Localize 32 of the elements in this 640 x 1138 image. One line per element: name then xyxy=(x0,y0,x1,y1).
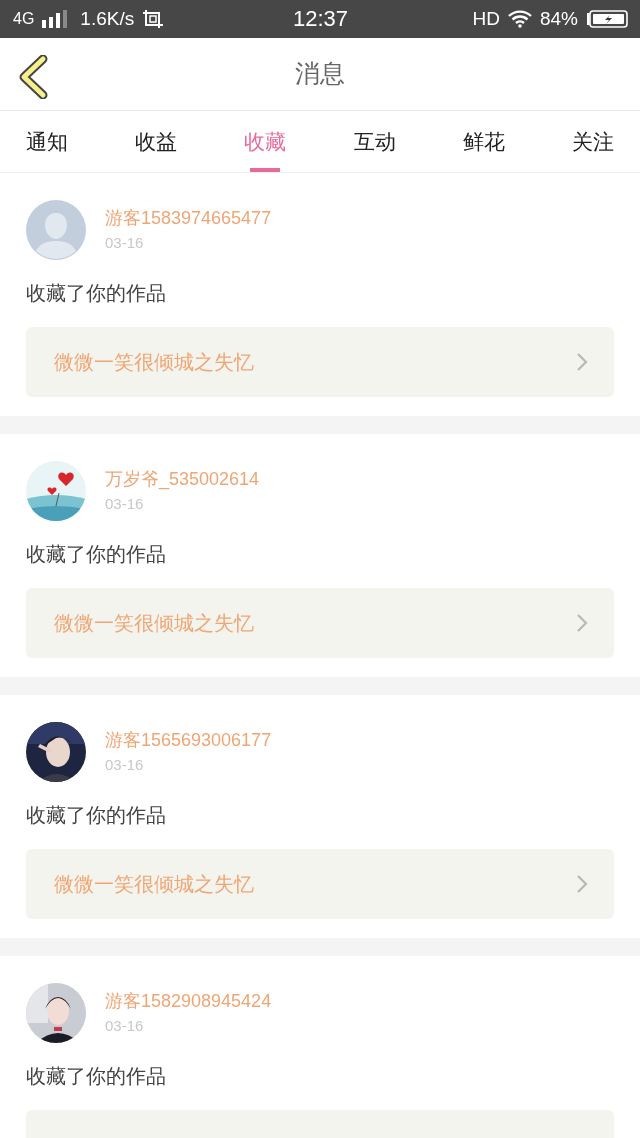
network-type: 4G xyxy=(13,9,35,28)
page-title: 消息 xyxy=(295,58,345,91)
battery-icon xyxy=(586,9,628,28)
tab[interactable]: 收益 xyxy=(135,111,178,173)
chevron-right-icon xyxy=(576,352,588,373)
clock: 12:37 xyxy=(292,5,349,32)
tab[interactable]: 鲜花 xyxy=(462,111,505,173)
work-link[interactable]: 微微一笑很倾城之失忆 xyxy=(26,588,614,659)
work-link[interactable]: 微微一笑很倾城之失忆 xyxy=(26,327,614,398)
work-link[interactable]: 微微一笑很倾城之失忆 xyxy=(26,849,614,920)
tab[interactable]: 互动 xyxy=(353,111,396,173)
chevron-right-icon xyxy=(576,874,588,895)
user-name[interactable]: 游客1583974665477 xyxy=(105,206,272,231)
network-speed: 1.6K/s xyxy=(80,7,135,30)
user-name[interactable]: 游客1565693006177 xyxy=(105,728,272,753)
back-icon[interactable] xyxy=(18,54,48,99)
message-text: 收藏了你的作品 xyxy=(26,280,167,307)
user-name[interactable]: 游客1582908945424 xyxy=(105,989,272,1014)
work-title: 微微一笑很倾城之失忆 xyxy=(54,870,254,898)
message-text: 收藏了你的作品 xyxy=(26,802,167,829)
user-name[interactable]: 万岁爷_535002614 xyxy=(105,467,260,492)
tab[interactable]: 通知 xyxy=(26,111,68,173)
battery-percent: 84% xyxy=(539,7,578,30)
tab[interactable]: 收藏 xyxy=(244,111,287,173)
message-text: 收藏了你的作品 xyxy=(26,1063,167,1090)
tab[interactable]: 关注 xyxy=(571,111,614,173)
chevron-right-icon xyxy=(576,613,588,634)
work-title: 微微一笑很倾城之失忆 xyxy=(54,609,254,637)
work-title: 微微一笑很倾城之失忆 xyxy=(54,348,254,376)
hd-indicator: HD xyxy=(472,7,500,30)
message-text: 收藏了你的作品 xyxy=(26,541,167,568)
wifi-icon xyxy=(507,9,532,28)
